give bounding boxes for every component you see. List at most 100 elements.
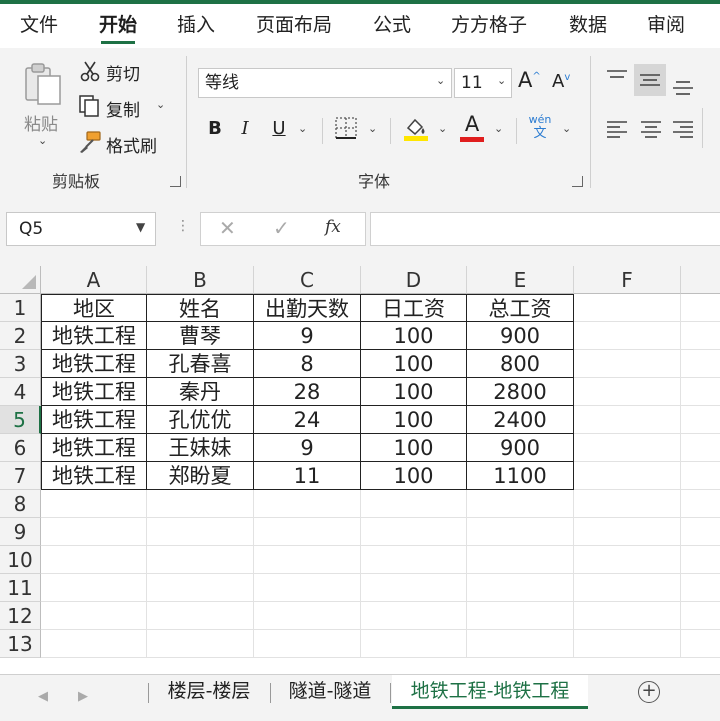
row-header[interactable]: 9 — [0, 518, 41, 546]
table-cell[interactable] — [574, 630, 681, 658]
table-cell[interactable] — [147, 602, 254, 630]
phonetic-chevron-icon[interactable]: ⌄ — [562, 122, 571, 135]
align-center-icon[interactable] — [640, 118, 662, 144]
table-cell[interactable] — [361, 630, 467, 658]
table-cell[interactable]: 秦丹 — [147, 378, 254, 406]
table-cell[interactable]: 地铁工程 — [41, 462, 147, 490]
table-cell[interactable]: 100 — [361, 322, 467, 350]
table-cell[interactable] — [574, 378, 681, 406]
column-header[interactable]: F — [574, 266, 681, 294]
table-cell[interactable] — [574, 518, 681, 546]
table-cell[interactable]: 11 — [254, 462, 361, 490]
table-cell[interactable] — [254, 546, 361, 574]
header-cell[interactable]: 地区 — [41, 294, 147, 322]
table-cell[interactable] — [681, 322, 720, 350]
table-cell[interactable] — [574, 462, 681, 490]
font-color-button[interactable]: A — [458, 112, 486, 142]
column-header[interactable]: A — [41, 266, 147, 294]
phonetic-guide-button[interactable]: wén 文 — [526, 114, 554, 141]
tab-page-layout[interactable]: 页面布局 — [256, 10, 332, 44]
table-cell[interactable] — [681, 462, 720, 490]
table-cell[interactable] — [41, 602, 147, 630]
row-header[interactable]: 7 — [0, 462, 41, 490]
table-cell[interactable] — [467, 602, 574, 630]
fill-color-icon[interactable] — [402, 114, 430, 146]
header-cell[interactable]: 总工资 — [467, 294, 574, 322]
row-header[interactable]: 4 — [0, 378, 41, 406]
table-cell[interactable]: 地铁工程 — [41, 350, 147, 378]
align-right-icon[interactable] — [672, 118, 694, 144]
row-header[interactable]: 6 — [0, 434, 41, 462]
table-cell[interactable] — [361, 602, 467, 630]
copy-icon[interactable] — [78, 94, 100, 122]
font-name-chevron-icon[interactable]: ⌄ — [436, 74, 445, 87]
table-cell[interactable]: 100 — [361, 406, 467, 434]
sheet-tab-louceng[interactable]: 楼层-楼层 — [150, 675, 268, 709]
paste-button[interactable] — [22, 62, 64, 112]
font-size-chevron-icon[interactable]: ⌄ — [497, 74, 506, 87]
table-cell[interactable] — [681, 630, 720, 658]
table-cell[interactable] — [254, 574, 361, 602]
table-cell[interactable] — [681, 546, 720, 574]
table-cell[interactable]: 900 — [467, 434, 574, 462]
header-cell[interactable]: 出勤天数 — [254, 294, 361, 322]
table-cell[interactable]: 曹琴 — [147, 322, 254, 350]
table-cell[interactable] — [467, 546, 574, 574]
row-header[interactable]: 12 — [0, 602, 41, 630]
table-cell[interactable] — [681, 434, 720, 462]
table-cell[interactable]: 24 — [254, 406, 361, 434]
table-cell[interactable] — [574, 406, 681, 434]
table-cell[interactable]: 100 — [361, 378, 467, 406]
tab-review[interactable]: 审阅 — [647, 10, 685, 44]
table-cell[interactable] — [147, 490, 254, 518]
table-cell[interactable]: 地铁工程 — [41, 322, 147, 350]
header-cell[interactable]: 姓名 — [147, 294, 254, 322]
table-cell[interactable]: 地铁工程 — [41, 378, 147, 406]
table-cell[interactable]: 800 — [467, 350, 574, 378]
bold-button[interactable]: B — [204, 118, 226, 139]
cancel-icon[interactable]: ✕ — [219, 216, 236, 240]
paste-dropdown-chevron-icon[interactable]: ⌄ — [38, 134, 47, 147]
table-cell[interactable]: 2400 — [467, 406, 574, 434]
table-cell[interactable] — [147, 630, 254, 658]
sheet-tab-suidao[interactable]: 隧道-隧道 — [272, 675, 388, 709]
table-cell[interactable] — [361, 518, 467, 546]
table-cell[interactable] — [41, 518, 147, 546]
table-cell[interactable] — [467, 574, 574, 602]
table-cell[interactable]: 28 — [254, 378, 361, 406]
table-cell[interactable]: 100 — [361, 434, 467, 462]
table-cell[interactable] — [574, 434, 681, 462]
row-header[interactable]: 11 — [0, 574, 41, 602]
table-cell[interactable] — [574, 350, 681, 378]
column-header[interactable]: C — [254, 266, 361, 294]
table-cell[interactable]: 2800 — [467, 378, 574, 406]
table-cell[interactable] — [574, 602, 681, 630]
borders-chevron-icon[interactable]: ⌄ — [368, 122, 377, 135]
table-cell[interactable] — [467, 490, 574, 518]
table-cell[interactable]: 9 — [254, 434, 361, 462]
align-middle-icon[interactable] — [634, 64, 666, 96]
table-cell[interactable] — [681, 350, 720, 378]
table-cell[interactable] — [681, 602, 720, 630]
align-top-icon[interactable] — [606, 68, 628, 92]
tab-home[interactable]: 开始 — [99, 10, 137, 44]
font-color-chevron-icon[interactable]: ⌄ — [494, 122, 503, 135]
sheet-prev-icon[interactable]: ◀ — [38, 689, 48, 704]
copy-button[interactable]: 复制 — [106, 96, 140, 121]
table-cell[interactable] — [254, 490, 361, 518]
name-box[interactable]: Q5 — [6, 212, 156, 246]
insert-function-icon[interactable]: fx — [325, 217, 341, 237]
format-painter-button[interactable]: 格式刷 — [106, 132, 157, 157]
more-options-icon[interactable]: ⋮ — [176, 218, 190, 234]
table-cell[interactable]: 8 — [254, 350, 361, 378]
italic-button[interactable]: I — [234, 118, 256, 139]
table-cell[interactable] — [254, 602, 361, 630]
select-all-corner[interactable] — [0, 266, 41, 294]
table-cell[interactable] — [681, 294, 720, 322]
table-cell[interactable]: 100 — [361, 350, 467, 378]
sheet-tab-ditie[interactable]: 地铁工程-地铁工程 — [392, 675, 588, 709]
row-header[interactable]: 2 — [0, 322, 41, 350]
table-cell[interactable] — [41, 630, 147, 658]
borders-icon[interactable] — [334, 116, 358, 144]
clipboard-dialog-launcher-icon[interactable] — [170, 176, 181, 187]
